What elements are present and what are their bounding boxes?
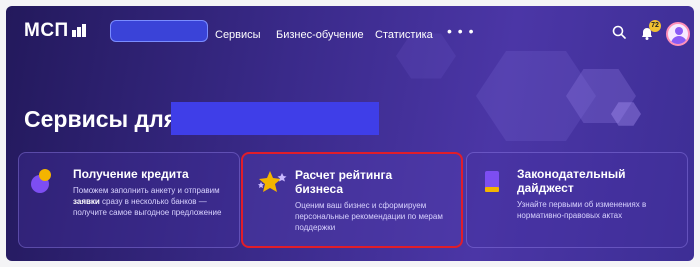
avatar-head bbox=[675, 27, 683, 35]
stars-icon bbox=[258, 171, 287, 192]
coins-icon bbox=[27, 167, 57, 195]
top-navigation: МСП Сервисы Бизнес-обучение Статистика •… bbox=[6, 6, 694, 54]
redacted-title-block bbox=[171, 102, 379, 135]
nav-item-business-education[interactable]: Бизнес-обучение bbox=[276, 29, 364, 41]
avatar-body bbox=[671, 36, 687, 44]
card-description: Поможем заполнить анкету и отправим заяв… bbox=[73, 186, 222, 217]
service-card-business-rating[interactable]: Расчет рейтинга бизнеса Оценим ваш бизне… bbox=[241, 152, 463, 248]
notification-count-badge: 72 bbox=[649, 20, 661, 32]
book-icon bbox=[483, 171, 501, 193]
more-menu-button[interactable]: • • • bbox=[447, 23, 474, 39]
nav-item-services[interactable]: Сервисы bbox=[215, 29, 261, 41]
card-description: Узнайте первыми об изменениях в норматив… bbox=[517, 200, 647, 220]
page-title: Сервисы для bbox=[24, 106, 178, 132]
msp-logo[interactable]: МСП bbox=[24, 20, 86, 42]
service-card-credit[interactable]: Получение кредита Поможем заполнить анке… bbox=[18, 152, 240, 248]
logo-text: МСП bbox=[24, 20, 69, 41]
book-page bbox=[485, 187, 499, 192]
card-title: Законодательный дайджест bbox=[517, 167, 626, 195]
card-description: Оценим ваш бизнес и сформируем персональ… bbox=[295, 201, 443, 232]
services-banner: МСП Сервисы Бизнес-обучение Статистика •… bbox=[6, 6, 694, 261]
nav-item-statistics[interactable]: Статистика bbox=[375, 29, 433, 41]
service-card-legislative-digest[interactable]: Законодательный дайджест Узнайте первыми… bbox=[466, 152, 688, 248]
redacted-region-selector[interactable] bbox=[110, 20, 208, 42]
logo-bars-icon bbox=[71, 24, 86, 37]
user-avatar[interactable] bbox=[666, 22, 690, 46]
search-icon[interactable] bbox=[612, 25, 626, 39]
card-title: Получение кредита bbox=[73, 167, 189, 181]
card-title: Расчет рейтинга бизнеса bbox=[295, 168, 393, 196]
coin-yellow bbox=[39, 169, 51, 181]
